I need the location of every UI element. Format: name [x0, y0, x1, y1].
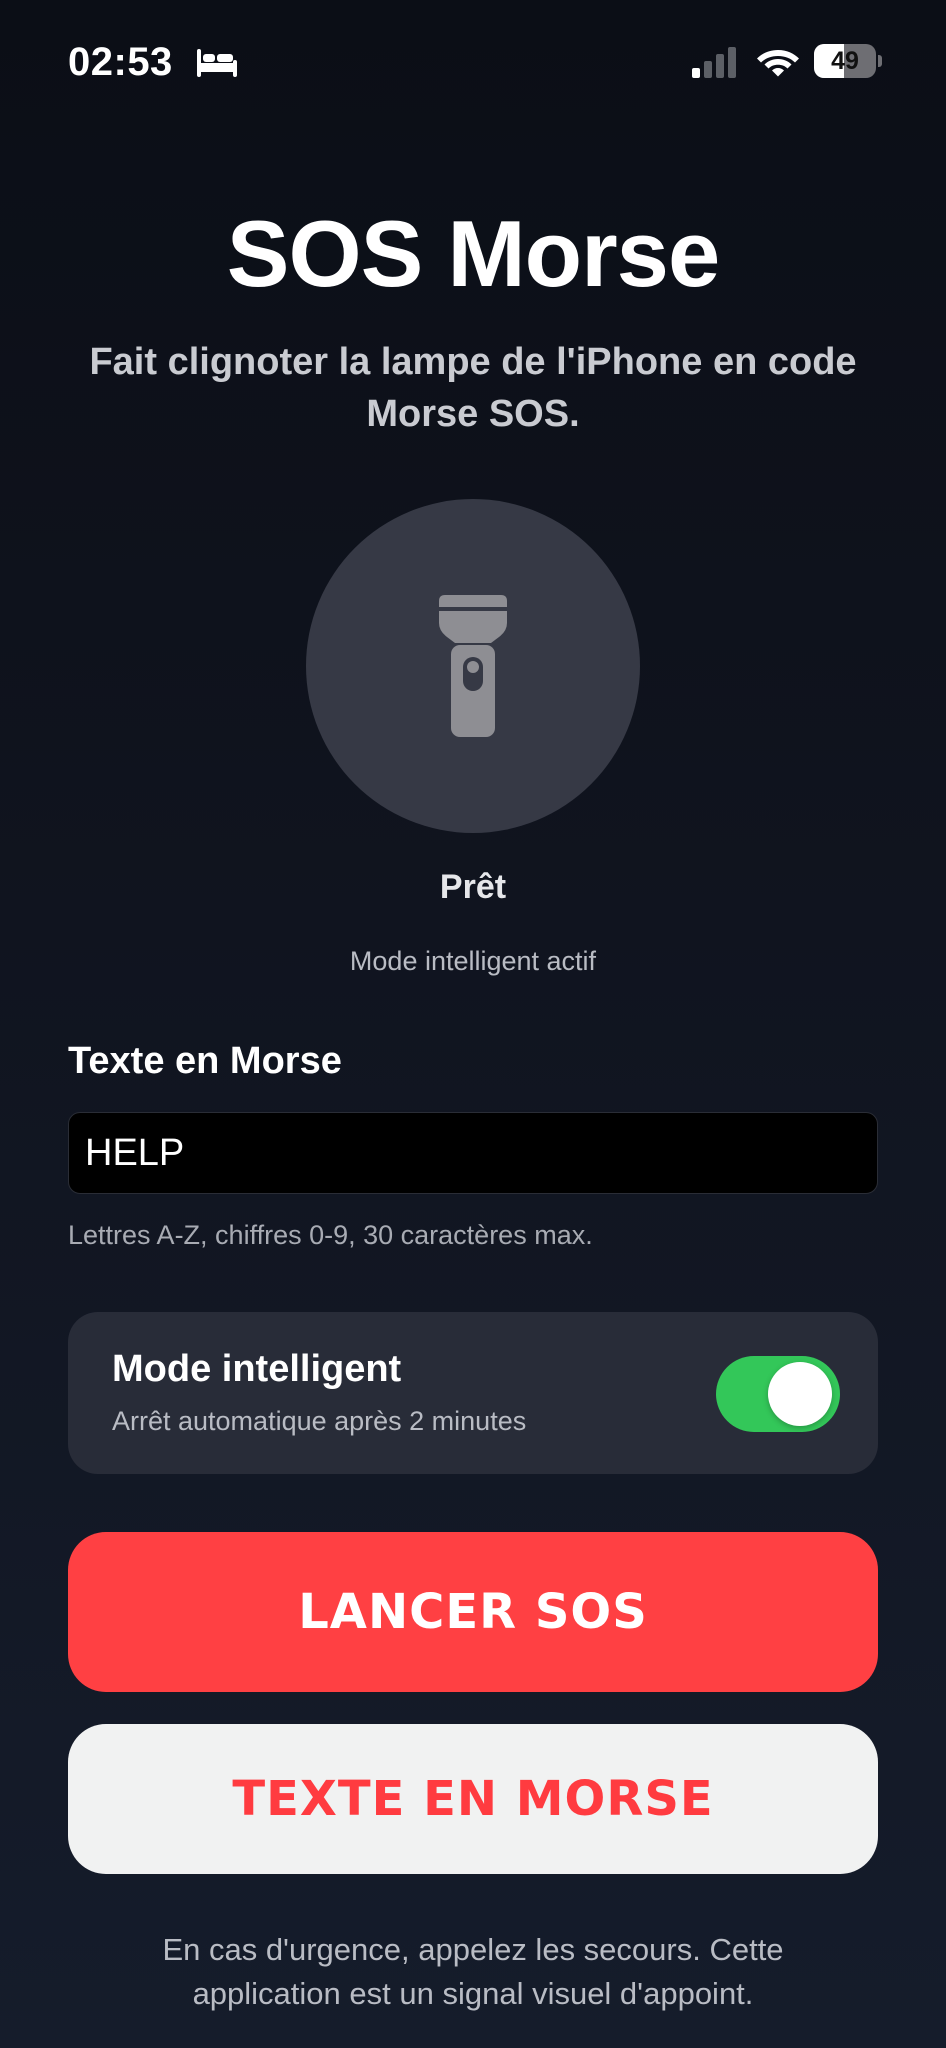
- launch-sos-button[interactable]: LANCER SOS: [68, 1532, 878, 1692]
- morse-text-input[interactable]: [68, 1112, 878, 1194]
- toggle-knob: [768, 1362, 832, 1426]
- morse-text-hint: Lettres A-Z, chiffres 0-9, 30 caractères…: [68, 1220, 593, 1250]
- emergency-disclaimer: En cas d'urgence, appelez les secours. C…: [162, 1932, 784, 2011]
- cellular-signal-icon: [692, 47, 736, 78]
- flashlight-icon: [439, 595, 507, 737]
- morse-text-label: Texte en Morse: [68, 1040, 342, 1082]
- lamp-button[interactable]: [306, 499, 640, 833]
- page-title: SOS Morse: [226, 201, 721, 306]
- status-bar: 02:53 49: [0, 0, 946, 120]
- smart-mode-title: Mode intelligent: [112, 1348, 402, 1390]
- wifi-icon: [757, 50, 799, 77]
- page-subtitle: Fait clignoter la lampe de l'iPhone en c…: [89, 341, 857, 435]
- smart-mode-subtitle: Arrêt automatique après 2 minutes: [112, 1406, 527, 1436]
- bed-icon: [197, 49, 237, 77]
- battery-indicator: 49: [814, 44, 884, 78]
- battery-body: 49: [814, 44, 876, 78]
- battery-tip: [878, 55, 882, 67]
- morse-text-button[interactable]: TEXTE EN MORSE: [68, 1724, 878, 1874]
- battery-level: 49: [831, 47, 859, 75]
- smart-mode-card: Mode intelligent Arrêt automatique après…: [68, 1312, 878, 1474]
- status-time: 02:53: [68, 40, 173, 84]
- smart-mode-status: Mode intelligent actif: [349, 946, 597, 976]
- smart-mode-toggle[interactable]: [716, 1356, 840, 1432]
- lamp-status: Prêt: [439, 868, 507, 906]
